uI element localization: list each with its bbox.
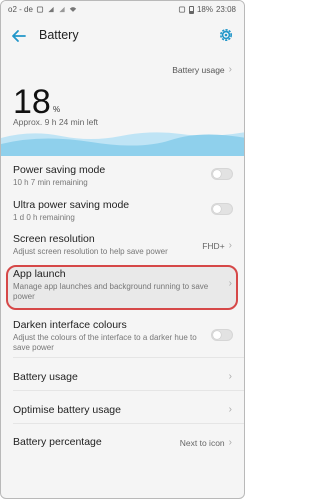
- battery-screen: o2 - de 18% 23:08 Battery Battery usage …: [0, 0, 245, 499]
- chevron-right-icon: ›: [228, 64, 232, 75]
- battery-wave: [1, 132, 244, 156]
- battery-usage-link[interactable]: Battery usage ›: [172, 64, 232, 75]
- screen-resolution-title: Screen resolution: [13, 233, 95, 245]
- app-launch-title: App launch: [13, 268, 66, 280]
- battery-usage-link-label: Battery usage: [172, 64, 225, 75]
- sim-icon: [36, 6, 43, 13]
- divider: [13, 423, 244, 424]
- chevron-right-icon: ›: [228, 371, 232, 382]
- darken-interface-title: Darken interface colours: [13, 319, 127, 331]
- chevron-right-icon: ›: [228, 240, 232, 251]
- darken-interface-subtitle: Adjust the colours of the interface to a…: [13, 333, 197, 352]
- optimise-battery-title: Optimise battery usage: [13, 404, 121, 416]
- wifi-icon: [69, 7, 77, 12]
- carrier-label: o2 - de: [8, 5, 33, 14]
- power-saving-mode-subtitle: 10 h 7 min remaining: [13, 178, 88, 187]
- page-title: Battery: [39, 28, 79, 42]
- battery-usage-title: Battery usage: [13, 371, 78, 383]
- app-launch-subtitle: Manage app launches and background runni…: [13, 282, 209, 301]
- screen-resolution-value-label: FHD+: [202, 240, 225, 251]
- battery-percent: 18%: [196, 5, 213, 14]
- darken-interface-toggle[interactable]: [211, 329, 233, 341]
- chevron-right-icon: ›: [228, 278, 232, 289]
- clock: 23:08: [215, 5, 236, 14]
- battery-icon: [188, 5, 194, 14]
- app-header: Battery: [1, 19, 244, 53]
- status-bar: o2 - de 18% 23:08: [1, 1, 244, 19]
- back-arrow-icon[interactable]: [9, 26, 29, 46]
- battery-percentage-value-label: Next to icon: [179, 437, 225, 448]
- battery-percentage-value: Next to icon ›: [180, 437, 232, 448]
- nfc-icon: [178, 6, 186, 13]
- app-launch-row[interactable]: App launch Manage app launches and backg…: [1, 268, 244, 302]
- signal-icon: [48, 6, 54, 13]
- screen-resolution-subtitle: Adjust screen resolution to help save po…: [13, 247, 168, 256]
- chevron-right-icon: ›: [228, 404, 232, 415]
- divider: [13, 357, 244, 358]
- ultra-power-saving-subtitle: 1 d 0 h remaining: [13, 213, 75, 222]
- ultra-power-saving-row[interactable]: Ultra power saving mode 1 d 0 h remainin…: [1, 199, 244, 223]
- screen-resolution-row[interactable]: Screen resolution Adjust screen resoluti…: [1, 233, 244, 257]
- power-saving-toggle[interactable]: [211, 168, 233, 180]
- gear-icon[interactable]: [218, 27, 234, 43]
- screen-resolution-value: FHD+ ›: [202, 240, 232, 251]
- signal-icon-2: [59, 6, 65, 13]
- battery-usage-row[interactable]: Battery usage ›: [1, 371, 244, 383]
- battery-percentage-row[interactable]: Battery percentage Next to icon ›: [1, 436, 244, 448]
- power-saving-mode-row[interactable]: Power saving mode 10 h 7 min remaining: [1, 164, 244, 188]
- optimise-battery-row[interactable]: Optimise battery usage ›: [1, 404, 244, 416]
- battery-level-unit: %: [53, 105, 61, 114]
- chevron-right-icon: ›: [228, 437, 232, 448]
- ultra-power-saving-title: Ultra power saving mode: [13, 199, 130, 211]
- darken-interface-row[interactable]: Darken interface colours Adjust the colo…: [1, 319, 244, 353]
- power-saving-mode-title: Power saving mode: [13, 164, 106, 176]
- ultra-power-saving-toggle[interactable]: [211, 203, 233, 215]
- divider: [13, 390, 244, 391]
